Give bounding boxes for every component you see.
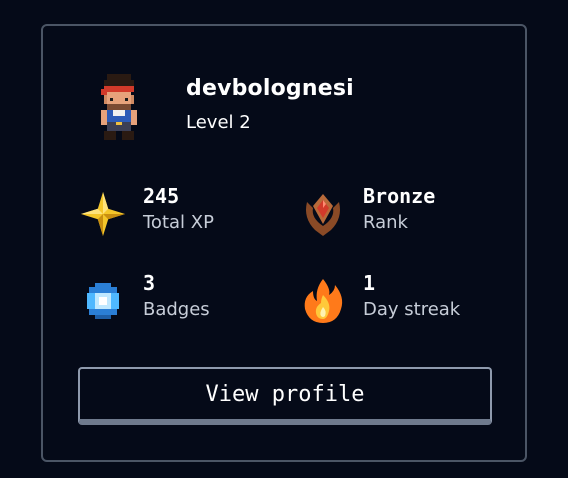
- stat-label: Total XP: [143, 212, 214, 233]
- stat-day-streak: 1 Day streak: [299, 271, 499, 331]
- stat-label: Day streak: [363, 299, 461, 320]
- stat-label: Badges: [143, 299, 210, 320]
- rank-emblem-icon: [306, 194, 340, 236]
- stat-value: 3: [143, 271, 156, 295]
- stat-value: 1: [363, 271, 376, 295]
- stat-value: Bronze: [363, 184, 436, 208]
- stat-value: 245: [143, 184, 180, 208]
- gem-icon: [87, 283, 119, 319]
- stat-rank: Bronze Rank: [299, 184, 499, 244]
- stat-label: Rank: [363, 212, 408, 233]
- profile-card: devbolognesi Level 2 245 Total XP Bronze…: [41, 24, 527, 462]
- stat-badges: 3 Badges: [79, 271, 279, 331]
- flame-icon: [304, 279, 343, 323]
- avatar: [101, 74, 137, 140]
- username: devbolognesi: [186, 76, 354, 101]
- stat-total-xp: 245 Total XP: [79, 184, 279, 244]
- user-level: Level 2: [186, 112, 251, 133]
- user-header: devbolognesi Level 2: [95, 70, 495, 146]
- view-profile-button[interactable]: View profile: [78, 367, 492, 425]
- sparkle-icon: [81, 192, 125, 236]
